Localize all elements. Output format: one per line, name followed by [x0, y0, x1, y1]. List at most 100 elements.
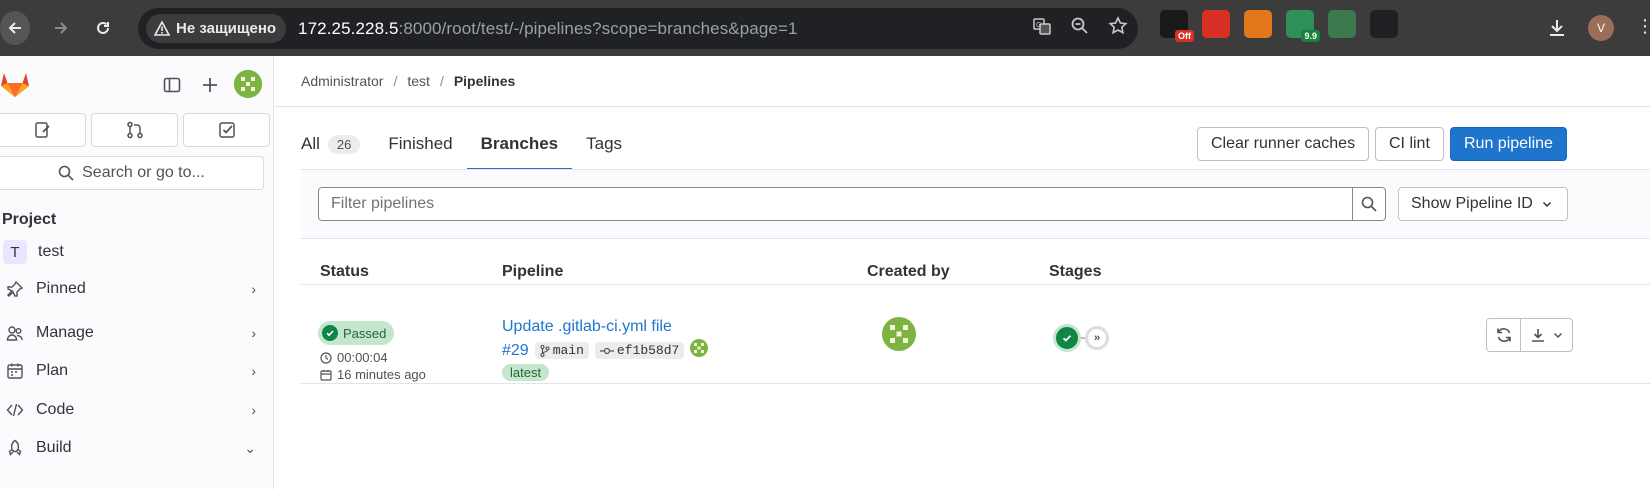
- issues-tab[interactable]: [0, 113, 86, 147]
- main-content: Administrator / test / Pipelines All 26 …: [275, 56, 1650, 489]
- sidebar-item-label: Pinned: [36, 280, 86, 297]
- metamask-extension-icon[interactable]: [1244, 10, 1272, 38]
- search-icon: [1361, 196, 1377, 212]
- show-pipeline-id-label: Show Pipeline ID: [1411, 195, 1533, 212]
- status-label: Passed: [343, 325, 387, 341]
- sidebar-item-plan[interactable]: Plan ›: [0, 353, 264, 389]
- commit-author-avatar[interactable]: [690, 339, 709, 362]
- filter-bar: Filter pipelines Show Pipeline ID: [301, 170, 1650, 239]
- bookmark-star-icon[interactable]: [1108, 16, 1128, 41]
- sidebar-item-code[interactable]: Code ›: [0, 392, 264, 428]
- breadcrumb-item-project[interactable]: test: [407, 73, 430, 89]
- reload-button[interactable]: [86, 11, 120, 45]
- run-pipeline-button[interactable]: Run pipeline: [1450, 127, 1567, 161]
- url-text: 172.25.228.5:8000/root/test/-/pipelines?…: [298, 19, 797, 39]
- calendar-icon: [320, 369, 332, 381]
- leaf-extension-icon[interactable]: [1328, 10, 1356, 38]
- tab-finished-label: Finished: [388, 134, 453, 153]
- status-badge[interactable]: Passed: [318, 321, 395, 345]
- extensions-bar: Off 9.9: [1160, 10, 1440, 42]
- calendar-icon: [0, 362, 30, 380]
- stage-skipped-icon[interactable]: »: [1085, 326, 1109, 350]
- retry-button[interactable]: [1486, 318, 1521, 352]
- download-artifacts-dropdown[interactable]: [1521, 318, 1573, 352]
- svg-text:G: G: [1036, 21, 1041, 29]
- column-header-status: Status: [320, 263, 369, 280]
- filter-search-button[interactable]: [1352, 187, 1386, 221]
- issues-icon: [34, 122, 50, 138]
- forward-button[interactable]: [44, 11, 78, 45]
- tab-all-label: All: [301, 134, 320, 153]
- sidebar-item-build[interactable]: Build ⌄: [0, 430, 264, 466]
- sidebar-search-button[interactable]: Search or go to...: [0, 156, 264, 190]
- sidebar-item-label: Build: [36, 439, 72, 456]
- breadcrumb-item-pipelines[interactable]: Pipelines: [454, 73, 515, 89]
- clear-runner-caches-button[interactable]: Clear runner caches: [1197, 127, 1370, 161]
- show-pipeline-id-dropdown[interactable]: Show Pipeline ID: [1398, 187, 1568, 221]
- users-icon: [0, 324, 30, 342]
- chevron-icon: ›: [251, 325, 256, 341]
- tab-tags-label: Tags: [586, 134, 623, 153]
- commit-sha-value: ef1b58d7: [616, 343, 680, 358]
- user-avatar[interactable]: [234, 70, 262, 98]
- sidebar-item-label: Plan: [36, 362, 69, 379]
- tab-branches[interactable]: Branches: [466, 119, 573, 170]
- shield-extension-icon[interactable]: [1412, 10, 1440, 38]
- chevron-down-icon: [1553, 332, 1562, 339]
- hand-extension-icon[interactable]: [1202, 10, 1230, 38]
- address-bar[interactable]: Не защищено 172.25.228.5:8000/root/test/…: [138, 8, 1138, 49]
- stage-passed-icon[interactable]: [1053, 324, 1081, 352]
- row-actions: [1486, 318, 1573, 352]
- search-label: Search or go to...: [82, 164, 205, 181]
- breadcrumb: Administrator / test / Pipelines: [301, 73, 515, 89]
- rocket-icon: [0, 439, 30, 457]
- breadcrumb-item-admin[interactable]: Administrator: [301, 73, 383, 89]
- zoom-icon[interactable]: [1070, 16, 1090, 41]
- check-circle-icon: [322, 325, 338, 341]
- branch-ref[interactable]: main: [534, 342, 589, 359]
- create-new-icon[interactable]: [197, 72, 223, 98]
- clock-icon: [320, 351, 332, 364]
- column-header-pipeline: Pipeline: [502, 263, 564, 280]
- sidebar-item-manage[interactable]: Manage ›: [0, 315, 264, 351]
- dino-extension-icon[interactable]: 9.9: [1286, 10, 1320, 42]
- todos-tab[interactable]: [183, 113, 270, 147]
- chevron-down-icon: [1542, 201, 1551, 208]
- browser-menu-icon[interactable]: ⋮: [1636, 16, 1650, 37]
- gitlab-logo-icon[interactable]: [0, 70, 30, 103]
- sidebar-item-label: Code: [36, 401, 75, 418]
- header-divider: [275, 106, 1650, 107]
- tab-all-count: 26: [327, 134, 361, 154]
- pipeline-id-link[interactable]: #29: [502, 342, 529, 360]
- creator-avatar[interactable]: [881, 316, 917, 352]
- tab-tags[interactable]: Tags: [572, 119, 636, 169]
- code-icon: [0, 401, 30, 419]
- ci-lint-button[interactable]: CI lint: [1375, 127, 1444, 161]
- commit-title-link[interactable]: Update .gitlab-ci.yml file: [502, 318, 672, 336]
- sidebar: Search or go to... Project T test Pinned…: [0, 56, 274, 489]
- commit-sha[interactable]: ef1b58d7: [594, 342, 685, 359]
- filter-pipelines-input[interactable]: Filter pipelines: [318, 187, 1353, 221]
- collapse-sidebar-icon[interactable]: [159, 72, 185, 98]
- off-extension-icon[interactable]: Off: [1160, 10, 1194, 42]
- downloads-icon[interactable]: [1546, 17, 1568, 44]
- browser-toolbar: Не защищено 172.25.228.5:8000/root/test/…: [0, 0, 1650, 56]
- download-icon: [1531, 329, 1544, 342]
- tab-branches-label: Branches: [480, 134, 559, 153]
- duration: 00:00:04: [320, 350, 388, 365]
- breadcrumb-separator: /: [393, 73, 398, 89]
- tab-all[interactable]: All 26: [301, 119, 374, 169]
- translate-icon[interactable]: G: [1032, 16, 1052, 41]
- sidebar-item-project[interactable]: T test: [0, 234, 264, 270]
- merge-requests-tab[interactable]: [91, 113, 178, 147]
- back-button[interactable]: [0, 11, 30, 45]
- tab-finished[interactable]: Finished: [374, 119, 466, 169]
- profile-avatar[interactable]: V: [1588, 15, 1614, 41]
- commit-icon: [599, 347, 614, 354]
- sidebar-item-pinned[interactable]: Pinned ›: [0, 271, 264, 307]
- info-extension-icon[interactable]: [1370, 10, 1398, 38]
- project-name: test: [38, 243, 64, 260]
- chevron-icon: ⌄: [244, 439, 256, 456]
- extension-badge: Off: [1175, 30, 1194, 42]
- insecure-indicator[interactable]: Не защищено: [146, 14, 287, 43]
